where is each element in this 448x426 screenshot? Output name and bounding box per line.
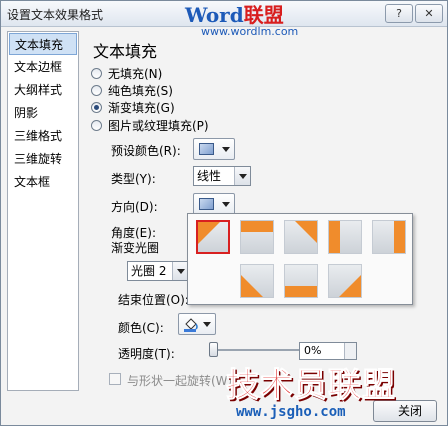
overlay-brand-watermark: 技术员联盟 www.jsgho.com <box>218 356 446 426</box>
direction-dropdown[interactable] <box>193 193 235 215</box>
watermark-logo: Word联盟 <box>185 0 284 28</box>
type-label: 类型(Y): <box>111 172 156 186</box>
radio-label: 无填充(N) <box>108 66 163 81</box>
color-label: 颜色(C): <box>118 321 164 335</box>
chevron-down-icon <box>203 322 211 327</box>
direction-tile-diagonal-up-right[interactable] <box>240 264 274 298</box>
gradient-direction-icon <box>285 286 317 297</box>
gradient-stop-select[interactable]: 光圈 2 <box>127 261 189 281</box>
help-button[interactable]: ? <box>385 4 413 23</box>
watermark-word: Word <box>185 3 244 27</box>
sidebar-item-text-border[interactable]: 文本边框 <box>9 56 77 78</box>
radio-label: 图片或纹理填充(P) <box>108 118 209 133</box>
section-heading: 文本填充 <box>93 42 158 61</box>
direction-tile-down[interactable] <box>240 220 274 254</box>
paint-bucket-icon <box>184 318 198 332</box>
brand-text: 技术员联盟 <box>226 365 396 405</box>
preset-colors-dropdown[interactable] <box>193 138 235 160</box>
sidebar-item-3d-format[interactable]: 三维格式 <box>9 125 77 147</box>
chevron-down-icon <box>222 202 230 207</box>
transparency-slider-thumb[interactable] <box>209 342 218 357</box>
gradient-direction-icon <box>241 221 273 232</box>
sidebar-item-text-fill[interactable]: 文本填充 <box>9 33 77 55</box>
chevron-down-icon[interactable] <box>234 167 250 185</box>
direction-tile-diagonal-down-left[interactable] <box>284 220 318 254</box>
gradient-direction-icon <box>329 221 340 253</box>
sidebar-nav: 文本填充 文本边框 大纲样式 阴影 三维格式 三维旋转 文本框 <box>7 31 79 391</box>
rotate-with-shape-checkbox[interactable] <box>109 373 121 385</box>
gradient-swatch-icon <box>199 198 214 210</box>
direction-tile-left[interactable] <box>372 220 406 254</box>
stop-value: 光圈 2 <box>131 264 167 278</box>
watermark-cn: 联盟 <box>243 3 284 27</box>
radio-circle[interactable] <box>91 101 102 113</box>
chevron-down-icon <box>222 147 230 152</box>
color-dropdown[interactable] <box>178 313 216 335</box>
type-value: 线性 <box>197 169 222 183</box>
radio-solid-fill[interactable]: 纯色填充(S) <box>91 82 173 98</box>
gradient-direction-icon <box>198 222 220 244</box>
radio-picture-fill[interactable]: 图片或纹理填充(P) <box>91 117 209 133</box>
window-close-button[interactable]: ✕ <box>415 4 443 23</box>
title-bar: 设置文本效果格式 Word联盟 ? ✕ <box>1 1 447 27</box>
radio-label: 纯色填充(S) <box>108 83 173 98</box>
direction-tile-right[interactable] <box>328 220 362 254</box>
radio-label: 渐变填充(G) <box>108 100 175 115</box>
sidebar-item-3d-rotation[interactable]: 三维旋转 <box>9 148 77 170</box>
gradient-stops-label: 渐变光圈 <box>111 241 160 255</box>
brand-url: www.jsgho.com <box>236 404 346 420</box>
chevron-down-icon[interactable] <box>172 262 188 280</box>
gradient-direction-icon <box>241 275 263 297</box>
end-position-label: 结束位置(O): <box>118 293 189 307</box>
preset-colors-label: 预设颜色(R): <box>111 144 181 158</box>
watermark-url: www.wordlm.com <box>201 25 299 38</box>
window-title: 设置文本效果格式 <box>7 8 104 22</box>
radio-circle[interactable] <box>91 84 102 96</box>
sidebar-item-outline-style[interactable]: 大纲样式 <box>9 79 77 101</box>
gradient-direction-icon <box>295 221 317 243</box>
rotate-with-shape-label: 与形状一起旋转(W) <box>127 374 233 388</box>
direction-tile-diagonal-down-right[interactable] <box>196 220 230 254</box>
gradient-swatch-icon <box>199 143 214 155</box>
gradient-direction-icon <box>394 221 405 253</box>
direction-label: 方向(D): <box>111 200 158 214</box>
sidebar-item-text-box[interactable]: 文本框 <box>9 171 77 193</box>
radio-circle[interactable] <box>91 119 102 131</box>
radio-no-fill[interactable]: 无填充(N) <box>91 65 162 81</box>
direction-tile-diagonal-up-left[interactable] <box>328 264 362 298</box>
gradient-direction-icon <box>339 275 361 297</box>
radio-gradient-fill[interactable]: 渐变填充(G) <box>91 99 175 115</box>
type-select[interactable]: 线性 <box>193 166 251 186</box>
transparency-slider-track[interactable] <box>211 349 299 351</box>
direction-gallery-popup <box>187 213 413 305</box>
radio-circle[interactable] <box>91 67 102 79</box>
sidebar-item-shadow[interactable]: 阴影 <box>9 102 77 124</box>
direction-tile-up[interactable] <box>284 264 318 298</box>
transparency-label: 透明度(T): <box>118 347 175 361</box>
